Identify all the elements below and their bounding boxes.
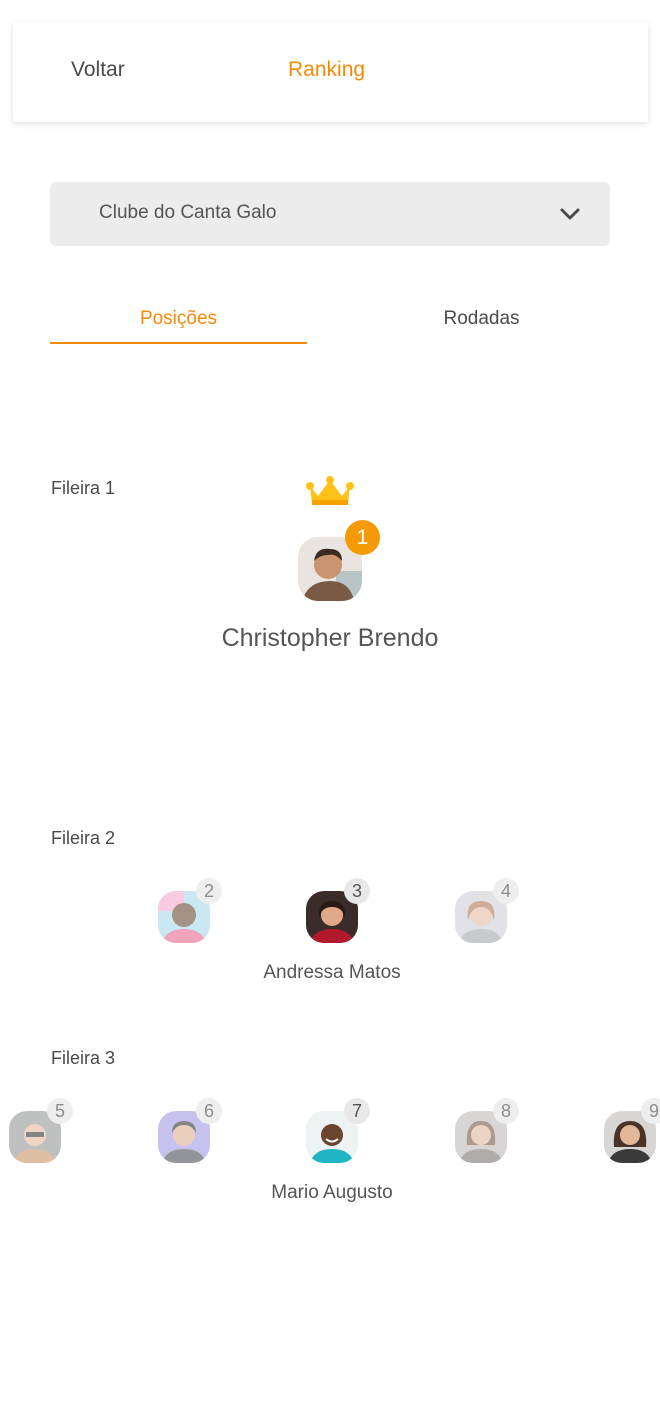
chevron-down-icon <box>560 208 580 220</box>
rank-badge: 3 <box>344 878 370 904</box>
club-select[interactable]: Clube do Canta Galo <box>50 182 610 246</box>
selected-player-name: Andressa Matos <box>263 962 401 983</box>
rank-badge: 8 <box>493 1098 519 1124</box>
club-select-value: Clube do Canta Galo <box>99 202 277 223</box>
selected-player-name: Christopher Brendo <box>221 624 439 652</box>
selected-player-name: Mario Augusto <box>271 1182 393 1203</box>
rank-badge: 4 <box>493 878 519 904</box>
page-title: Ranking <box>288 58 366 81</box>
rank-badge: 1 <box>345 520 380 555</box>
row-label-1: Fileira 1 <box>51 478 116 498</box>
ranking-tabs: Posições Rodadas <box>50 300 610 346</box>
rank-badge: 2 <box>196 878 222 904</box>
back-button[interactable]: Voltar <box>71 58 125 82</box>
tab-rodadas[interactable]: Rodadas <box>353 308 610 330</box>
rank-badge: 9 <box>641 1098 660 1124</box>
active-tab-indicator <box>50 342 307 344</box>
row-label-3: Fileira 3 <box>51 1048 116 1068</box>
rank-badge: 5 <box>47 1098 73 1124</box>
top-bar: Voltar Ranking <box>13 22 648 122</box>
rank-badge: 7 <box>344 1098 370 1124</box>
crown-icon <box>306 476 354 505</box>
tab-posicoes[interactable]: Posições <box>50 308 307 330</box>
rank-badge: 6 <box>196 1098 222 1124</box>
row-label-2: Fileira 2 <box>51 828 116 848</box>
